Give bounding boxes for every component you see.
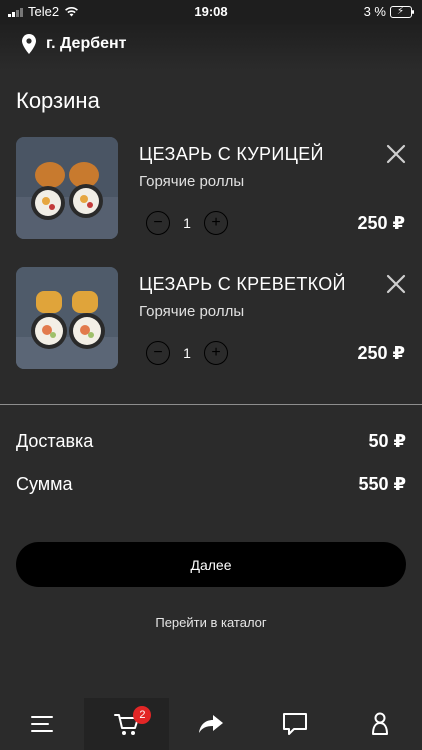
- total-value: 550 ₽: [358, 474, 406, 494]
- share-arrow-icon: [199, 715, 224, 733]
- product-price: 250 ₽: [357, 213, 405, 233]
- tab-menu[interactable]: [0, 698, 84, 750]
- product-category: Горячие роллы: [139, 303, 245, 320]
- battery-icon: ⚡: [390, 5, 414, 18]
- cart-badge: 2: [133, 706, 152, 724]
- close-icon[interactable]: [384, 142, 408, 166]
- product-name: ЦЕЗАРЬ С КУРИЦЕЙ: [139, 144, 324, 164]
- tab-share[interactable]: [169, 698, 253, 750]
- cart-item: ЦЕЗАРЬ С КУРИЦЕЙ Горячие роллы − 1 + 250…: [0, 137, 422, 247]
- catalog-link[interactable]: Перейти в каталог: [0, 615, 422, 630]
- delivery-value: 50 ₽: [368, 431, 406, 451]
- product-image: [16, 267, 118, 369]
- header-bar: г. Дербент: [0, 24, 422, 70]
- page-title: Корзина: [16, 88, 100, 113]
- close-icon[interactable]: [384, 272, 408, 296]
- cart-item: ЦЕЗАРЬ С КРЕВЕТКОЙ Горячие роллы − 1 + 2…: [0, 267, 422, 377]
- divider: [0, 404, 422, 405]
- decrease-button[interactable]: −: [146, 211, 170, 235]
- decrease-button[interactable]: −: [146, 341, 170, 365]
- chat-icon: [283, 713, 308, 735]
- tab-bar: 2: [0, 698, 422, 750]
- product-category: Горячие роллы: [139, 173, 245, 190]
- total-row: Сумма 550 ₽: [16, 474, 406, 495]
- location-pin-icon: [22, 34, 36, 54]
- profile-icon: [371, 712, 388, 735]
- delivery-label: Доставка: [16, 431, 94, 451]
- city-selector[interactable]: г. Дербент: [22, 34, 127, 54]
- total-label: Сумма: [16, 474, 73, 494]
- increase-button[interactable]: +: [204, 211, 228, 235]
- status-right: 3 % ⚡: [363, 4, 414, 19]
- increase-button[interactable]: +: [204, 341, 228, 365]
- quantity-stepper: − 1 +: [146, 341, 228, 365]
- tab-profile[interactable]: [338, 698, 422, 750]
- menu-icon: [31, 716, 54, 732]
- product-price: 250 ₽: [357, 343, 405, 363]
- status-time: 19:08: [194, 4, 228, 19]
- quantity-value: 1: [183, 345, 191, 361]
- status-bar: Tele2 19:08 3 % ⚡: [0, 0, 422, 24]
- city-label: г. Дербент: [46, 35, 127, 52]
- product-image: [16, 137, 118, 239]
- next-button[interactable]: Далее: [16, 542, 406, 587]
- battery-percent: 3 %: [363, 4, 386, 19]
- quantity-value: 1: [183, 215, 191, 231]
- quantity-stepper: − 1 +: [146, 211, 228, 235]
- product-name: ЦЕЗАРЬ С КРЕВЕТКОЙ: [139, 274, 346, 294]
- delivery-row: Доставка 50 ₽: [16, 431, 406, 452]
- tab-chat[interactable]: [253, 698, 337, 750]
- tab-cart[interactable]: 2: [84, 698, 169, 750]
